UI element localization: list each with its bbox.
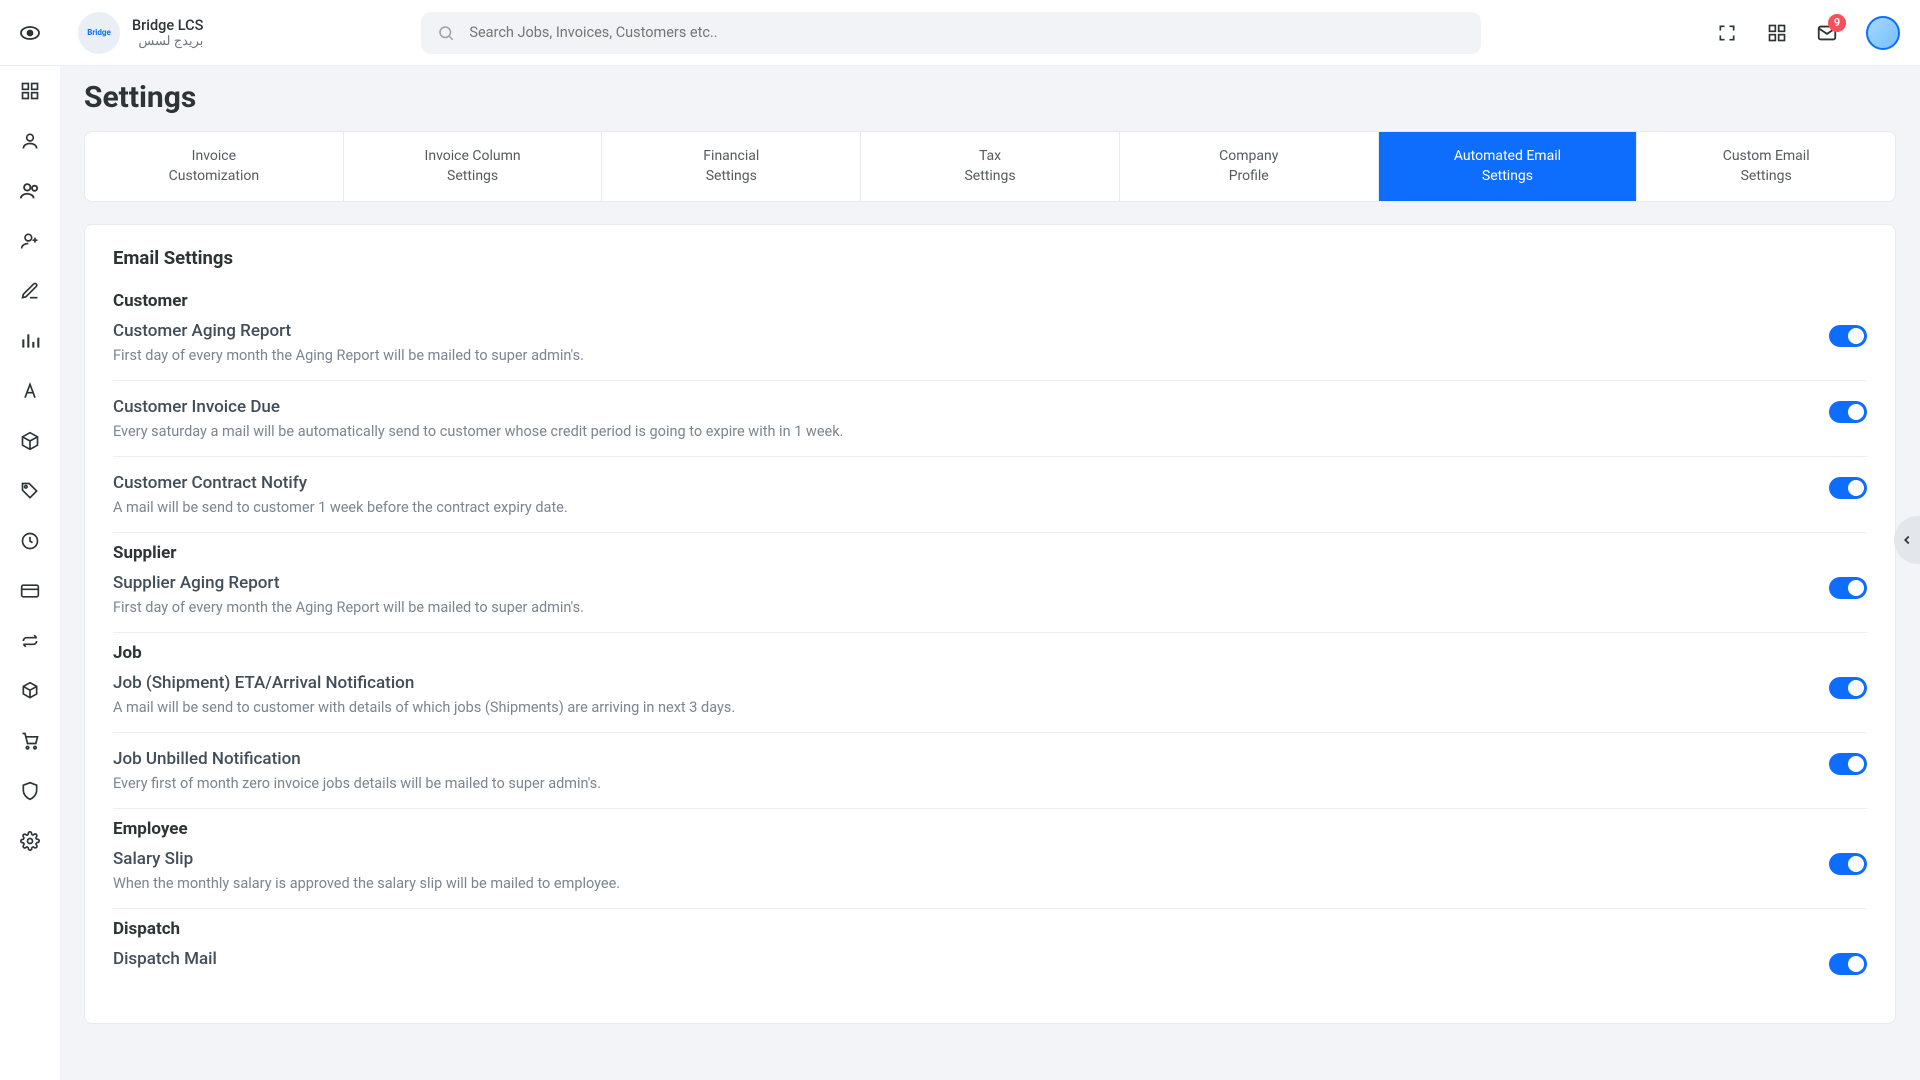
visibility-toggle-icon[interactable] [0,21,60,45]
settings-tabs: InvoiceCustomization Invoice ColumnSetti… [84,131,1896,202]
sync-icon[interactable] [19,630,41,652]
brand-block[interactable]: Bridge Bridge LCS بريدج لسس [78,12,203,54]
users-icon[interactable] [19,180,41,202]
setting-customer-invoice-due: Customer Invoice Due Every saturday a ma… [113,391,1867,457]
user-avatar[interactable] [1866,16,1900,50]
setting-desc: Every first of month zero invoice jobs d… [113,775,601,792]
tab-tax[interactable]: TaxSettings [861,132,1120,201]
group-supplier: Supplier [113,543,1867,563]
chevron-left-icon [1900,533,1914,547]
setting-desc: When the monthly salary is approved the … [113,875,620,892]
toggle-customer-aging[interactable] [1829,325,1867,347]
toggle-customer-invoice-due[interactable] [1829,401,1867,423]
search-input[interactable] [421,12,1481,54]
tab-financial[interactable]: FinancialSettings [602,132,861,201]
group-job: Job [113,643,1867,663]
toggle-salary-slip[interactable] [1829,853,1867,875]
group-dispatch: Dispatch [113,919,1867,939]
setting-title: Job Unbilled Notification [113,749,601,769]
clock-icon[interactable] [19,530,41,552]
tab-custom-email[interactable]: Custom EmailSettings [1637,132,1895,201]
user-plus-icon[interactable] [19,230,41,252]
tab-company-profile[interactable]: CompanyProfile [1120,132,1379,201]
top-header: Bridge Bridge LCS بريدج لسس 9 [0,0,1920,66]
mail-icon[interactable]: 9 [1816,22,1838,44]
toggle-supplier-aging[interactable] [1829,577,1867,599]
setting-customer-aging: Customer Aging Report First day of every… [113,315,1867,381]
tag-icon[interactable] [19,480,41,502]
tab-automated-email[interactable]: Automated EmailSettings [1379,132,1638,201]
page-title: Settings [84,80,1896,115]
setting-customer-contract: Customer Contract Notify A mail will be … [113,467,1867,533]
setting-salary-slip: Salary Slip When the monthly salary is a… [113,843,1867,909]
gear-icon[interactable] [19,830,41,852]
setting-desc: A mail will be send to customer with det… [113,699,735,716]
shield-icon[interactable] [19,780,41,802]
email-settings-panel: Email Settings Customer Customer Aging R… [84,224,1896,1024]
fullscreen-icon[interactable] [1716,22,1738,44]
dashboard-icon[interactable] [19,80,41,102]
package-icon[interactable] [19,430,41,452]
setting-title: Supplier Aging Report [113,573,584,593]
setting-dispatch-mail: Dispatch Mail [113,943,1867,991]
setting-desc: A mail will be send to customer 1 week b… [113,499,568,516]
notification-badge: 9 [1828,14,1846,32]
tab-invoice-column[interactable]: Invoice ColumnSettings [344,132,603,201]
cart-icon[interactable] [19,730,41,752]
setting-desc: First day of every month the Aging Repor… [113,347,584,364]
setting-desc: First day of every month the Aging Repor… [113,599,584,616]
toggle-job-eta[interactable] [1829,677,1867,699]
setting-job-eta: Job (Shipment) ETA/Arrival Notification … [113,667,1867,733]
setting-title: Customer Aging Report [113,321,584,341]
search-box [421,12,1481,54]
font-icon[interactable] [19,380,41,402]
setting-title: Customer Invoice Due [113,397,843,417]
edit-icon[interactable] [19,280,41,302]
setting-desc: Every saturday a mail will be automatica… [113,423,843,440]
setting-supplier-aging: Supplier Aging Report First day of every… [113,567,1867,633]
setting-title: Job (Shipment) ETA/Arrival Notification [113,673,735,693]
apps-grid-icon[interactable] [1766,22,1788,44]
box3d-icon[interactable] [19,680,41,702]
group-customer: Customer [113,291,1867,311]
setting-title: Dispatch Mail [113,949,217,969]
brand-subtitle: بريدج لسس [132,34,203,49]
toggle-customer-contract[interactable] [1829,477,1867,499]
toggle-job-unbilled[interactable] [1829,753,1867,775]
search-icon [437,24,455,42]
toggle-dispatch-mail[interactable] [1829,953,1867,975]
brand-name: Bridge LCS [132,17,203,34]
setting-title: Salary Slip [113,849,620,869]
main-content: Settings InvoiceCustomization Invoice Co… [60,66,1920,1080]
panel-title: Email Settings [113,247,1867,269]
tab-invoice-customization[interactable]: InvoiceCustomization [85,132,344,201]
card-icon[interactable] [19,580,41,602]
sidebar [0,66,60,1080]
brand-logo: Bridge [78,12,120,54]
setting-title: Customer Contract Notify [113,473,568,493]
chart-icon[interactable] [19,330,41,352]
user-icon[interactable] [19,130,41,152]
group-employee: Employee [113,819,1867,839]
setting-job-unbilled: Job Unbilled Notification Every first of… [113,743,1867,809]
